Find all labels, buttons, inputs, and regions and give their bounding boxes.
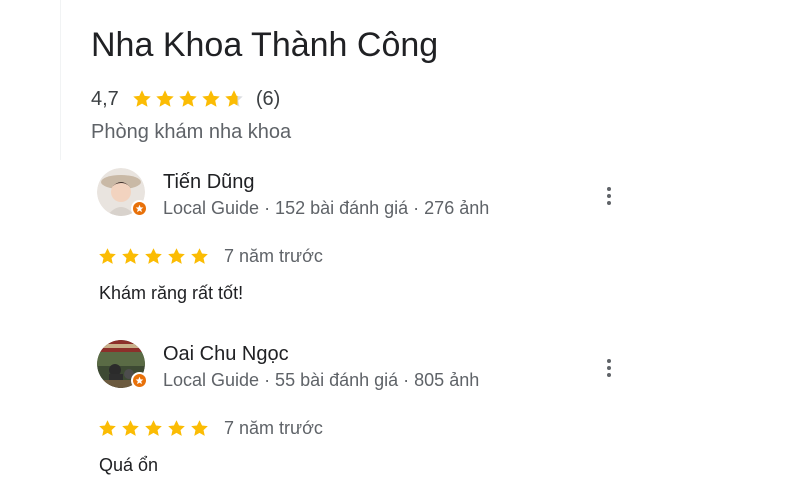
review-rating-row: 7 năm trước [97, 244, 323, 268]
star-icon [179, 90, 197, 107]
star-icon [122, 247, 139, 264]
star-icon [145, 419, 162, 436]
reviewer-name[interactable]: Tiến Dũng [163, 171, 255, 194]
star-icon [122, 419, 139, 436]
reviewer-name[interactable]: Oai Chu Ngọc [163, 343, 289, 366]
place-category[interactable]: Phòng khám nha khoa [91, 121, 291, 144]
place-title: Nha Khoa Thành Công [91, 26, 439, 64]
local-guide-badge-icon [131, 372, 148, 389]
review-text: Khám răng rất tốt! [99, 283, 244, 303]
star-icon [156, 90, 174, 107]
reviewer-meta[interactable]: Local Guide · 55 bài đánh giá · 805 ảnh [163, 370, 479, 391]
place-rating-summary[interactable]: 4,7 (6) [91, 86, 280, 112]
star-icon [202, 90, 220, 107]
review-time: 7 năm trước [224, 245, 323, 266]
star-icon [99, 247, 116, 264]
local-guide-badge-icon [131, 200, 148, 217]
star-icon [168, 419, 185, 436]
star-icon [225, 90, 243, 107]
more-vert-icon[interactable] [601, 184, 617, 208]
star-icon [168, 247, 185, 264]
star-icon [133, 90, 151, 107]
review-rating-row: 7 năm trước [97, 416, 323, 440]
rating-score: 4,7 [91, 87, 119, 110]
star-icon [191, 247, 208, 264]
star-icon [145, 247, 162, 264]
reviewer-meta[interactable]: Local Guide · 152 bài đánh giá · 276 ảnh [163, 198, 489, 219]
review-stars [97, 418, 212, 439]
reviewer-avatar[interactable] [97, 168, 148, 217]
review-time: 7 năm trước [224, 417, 323, 438]
review-text: Quá ổn [99, 455, 159, 475]
review-count[interactable]: (6) [256, 88, 280, 111]
reviewer-avatar[interactable] [97, 340, 148, 389]
more-vert-icon[interactable] [601, 356, 617, 380]
star-icon [99, 419, 116, 436]
star-icon [191, 419, 208, 436]
rating-stars [131, 88, 246, 110]
panel-divider [60, 0, 61, 160]
review-stars [97, 246, 212, 267]
